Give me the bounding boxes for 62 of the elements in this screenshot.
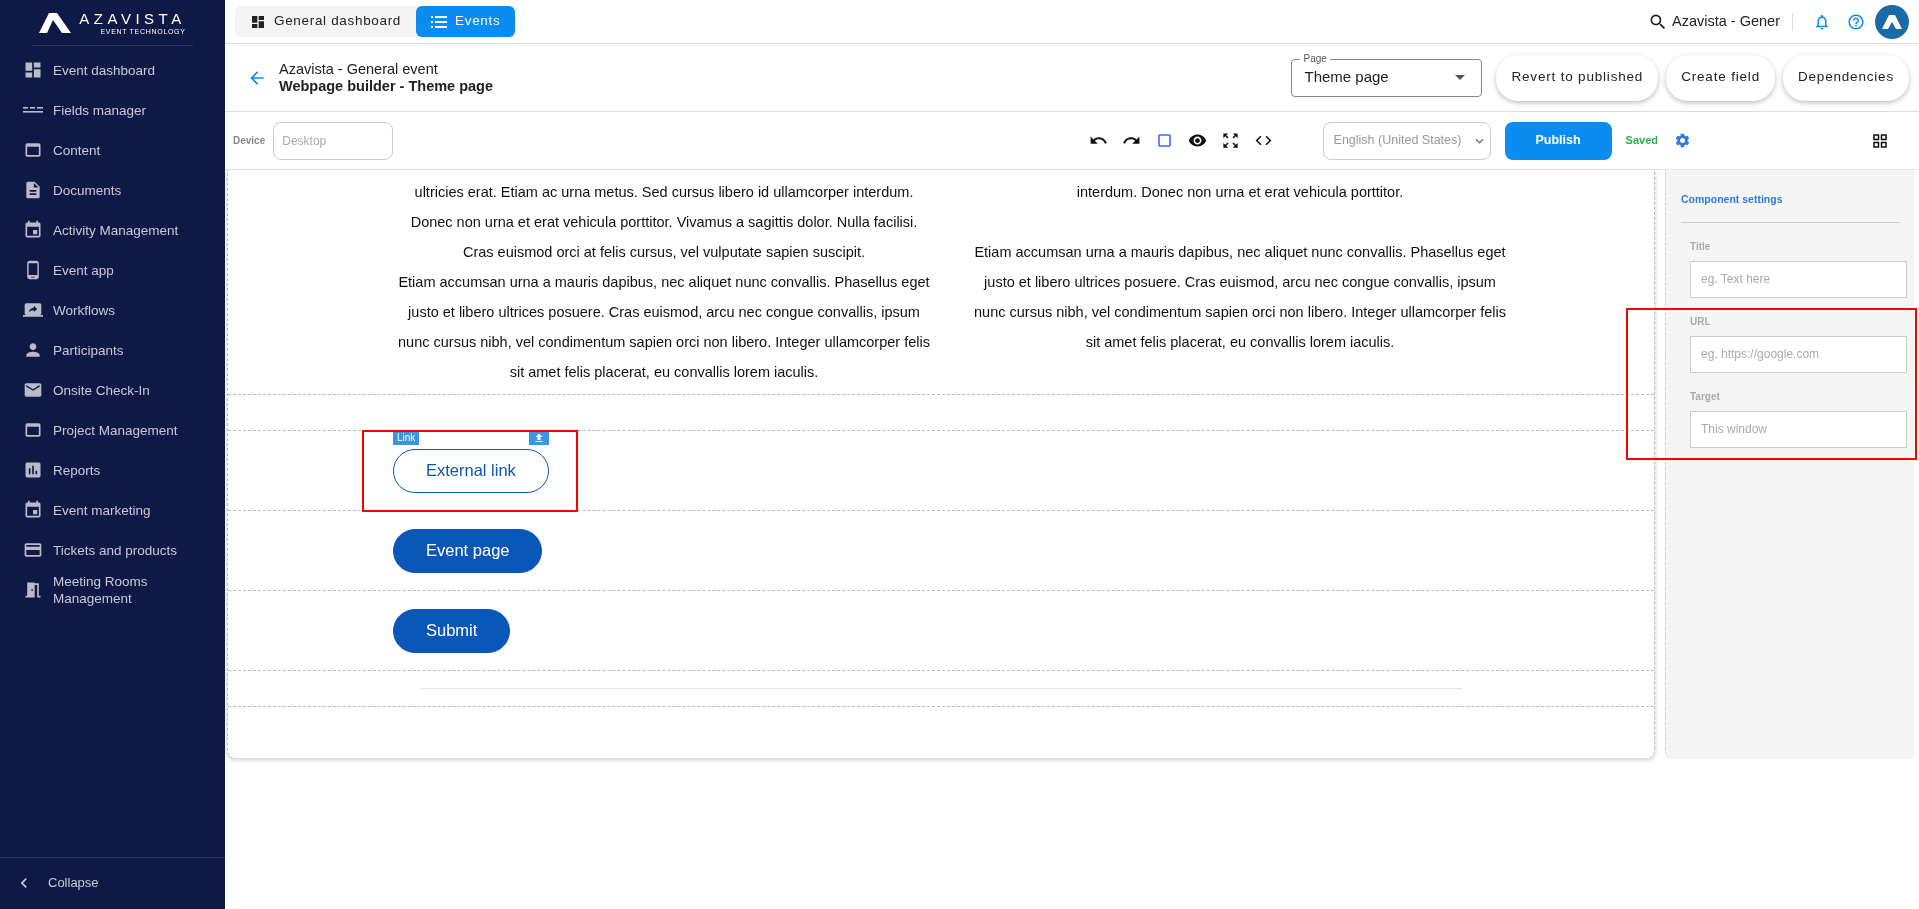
field-label: URL (1690, 314, 1712, 329)
page-title: Webpage builder - Theme page (279, 77, 494, 95)
avatar[interactable] (1875, 4, 1909, 39)
sidebar-item[interactable]: Tickets and products (0, 530, 225, 570)
paragraph: ultricies erat. Etiam ac urna metus. Sed cursus libero id ullamcorper interdum. Donec non urna et erat vehicula porttitor. Vivamus a sagittis dolor. Nulla facilisi. Cras euismod orci at felis cursus, vel vulputate sapien suscipit. (409, 183, 919, 262)
sidebar-item[interactable]: Documents (0, 170, 225, 210)
page-button[interactable]: Event page (393, 528, 543, 573)
settings-field[interactable]: eg. https://google.com (1690, 335, 1907, 373)
sidebar-item[interactable]: Onsite Check-In (0, 370, 225, 410)
sidebar-item[interactable]: Participants (0, 330, 225, 370)
paragraph: Etiam accumsan urna a mauris dapibus, nec aliquet nunc convallis. Phasellus eget justo et libero ultrices posuere. Cras euismod, arcu nec congue convallis, ipsum nunc cursus nibh, vel condimentum sapien orci non libero. Integer ullamcorper felis sit amet felis placerat, eu convallis lorem iaculis. (397, 273, 931, 382)
calendar-icon (23, 500, 43, 520)
nav-tab[interactable]: General dashboard (235, 6, 417, 37)
card-icon (23, 540, 43, 560)
window-icon (23, 140, 43, 160)
sidebar-item[interactable]: Reports (0, 450, 225, 490)
list-icon (431, 15, 448, 28)
settings-field[interactable]: This window (1690, 410, 1907, 448)
device-label: Device (233, 134, 266, 148)
event-name: Azavista - General event (279, 60, 439, 78)
door-icon (23, 580, 43, 600)
header-button[interactable]: Dependencies (1782, 54, 1909, 101)
brand-name: AZAVISTA (79, 10, 186, 26)
help-icon[interactable] (1847, 12, 1865, 31)
event-search-value[interactable]: Azavista - Gener (1672, 10, 1780, 33)
dashboard-icon (23, 60, 43, 80)
envelope-icon (23, 380, 43, 400)
sidebar-item[interactable]: Event app (0, 250, 225, 290)
bell-icon[interactable] (1813, 12, 1831, 31)
bar-chart-icon (23, 460, 43, 480)
document-icon (23, 180, 43, 200)
paragraph: Etiam accumsan urna a mauris dapibus, nec aliquet nunc convallis. Phasellus eget justo et libero ultrices posuere. Cras euismod, arcu nec congue convallis, ipsum nunc cursus nibh, vel condimentum sapien orci non libero. Integer ullamcorper felis sit amet felis placerat, eu convallis lorem iaculis. (973, 243, 1507, 352)
header-button[interactable]: Create field (1666, 54, 1775, 101)
sidebar-item[interactable]: Activity Management (0, 210, 225, 250)
sidebar-item[interactable]: Workflows (0, 290, 225, 330)
sidebar-item[interactable]: Fields manager (0, 90, 225, 130)
field-label: Title (1690, 239, 1712, 254)
page-button[interactable]: Submit (393, 608, 511, 653)
header-button[interactable]: Revert to published (1496, 54, 1659, 101)
caret-icon (1455, 75, 1466, 80)
sidebar-item[interactable]: Event marketing (0, 490, 225, 530)
window-icon (23, 420, 43, 440)
sidebar-item[interactable]: Content (0, 130, 225, 170)
page-button[interactable]: External link (393, 448, 549, 493)
grid-icon[interactable] (1871, 131, 1889, 150)
paragraph: interdum. Donec non urna et erat vehicula porttitor. (1075, 183, 1405, 202)
chevron-down-icon (1474, 137, 1484, 144)
calendar-icon (23, 220, 43, 240)
field-label: Target (1690, 389, 1721, 404)
device-field[interactable]: Desktop (273, 121, 394, 160)
settings-title: Component settings (1681, 170, 1900, 223)
save-status: Saved (1625, 133, 1658, 149)
sidebar-item[interactable]: Event dashboard (0, 50, 225, 90)
expand-icon[interactable] (1220, 131, 1240, 150)
sidebar-item[interactable]: Project Management (0, 410, 225, 450)
screen-share-icon (23, 300, 43, 320)
collapse-button[interactable]: Collapse (0, 857, 225, 907)
dashboard-icon (250, 13, 266, 30)
logo-icon (39, 12, 72, 33)
settings-icon[interactable] (1674, 132, 1691, 149)
sidebar-item[interactable]: Meeting Rooms Management (0, 570, 225, 610)
settings-field[interactable]: eg. Text here (1690, 260, 1907, 298)
